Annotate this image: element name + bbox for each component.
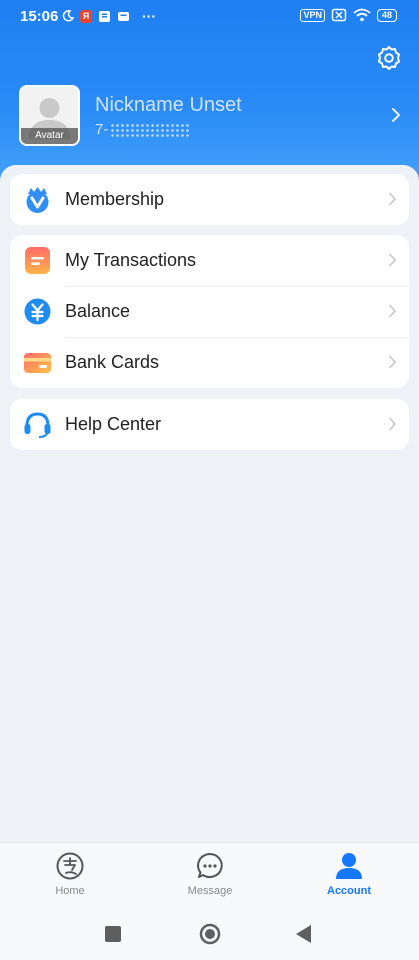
- nickname: Nickname Unset: [95, 94, 242, 116]
- menu-item-label: Membership: [65, 189, 165, 209]
- chevron-right-icon: [389, 192, 397, 206]
- notification-icons: Я ···: [62, 8, 156, 24]
- notes-app-icon: [99, 10, 110, 22]
- system-icons: VPN 48: [300, 8, 397, 22]
- chevron-right-icon: [392, 108, 400, 122]
- avatar-label: Avatar: [21, 128, 78, 144]
- menu-item-balance[interactable]: Balance: [10, 286, 409, 337]
- status-bar: 15:06 Я ··· VPN 48: [0, 0, 419, 34]
- user-id-prefix: 7-: [95, 121, 109, 138]
- chevron-right-icon: [389, 253, 397, 267]
- yandex-app-icon: Я: [80, 9, 92, 23]
- profile-summary[interactable]: Avatar Nickname Unset 7-: [19, 85, 409, 149]
- bank-card-icon: [24, 353, 51, 373]
- person-icon: [336, 853, 362, 879]
- status-time: 15:06: [20, 8, 59, 25]
- chevron-right-icon: [389, 304, 397, 318]
- support-card: Help Center: [10, 399, 409, 450]
- user-id: 7-: [95, 121, 191, 138]
- menu-item-label: Bank Cards: [65, 352, 160, 372]
- chevron-right-icon: [389, 355, 397, 369]
- moon-icon: [62, 10, 74, 22]
- tab-account[interactable]: Account: [309, 851, 389, 907]
- gear-icon[interactable]: [375, 44, 403, 72]
- system-navigation-bar: [0, 908, 419, 960]
- membership-icon: [26, 187, 49, 213]
- avatar[interactable]: Avatar: [19, 85, 80, 146]
- yen-coin-icon: [24, 298, 51, 325]
- menu-item-label: Help Center: [65, 414, 162, 434]
- menu-item-help-center[interactable]: Help Center: [10, 399, 409, 450]
- tab-message[interactable]: Message: [170, 851, 250, 907]
- alipay-home-icon: [56, 852, 84, 880]
- battery-icon: 48: [376, 8, 397, 22]
- tab-home[interactable]: Home: [30, 851, 110, 907]
- tab-label: Account: [327, 885, 371, 897]
- no-sim-icon: [331, 8, 347, 22]
- finance-card: My Transactions Balance Bank Cards: [10, 235, 409, 388]
- menu-item-bank-cards[interactable]: Bank Cards: [10, 337, 409, 388]
- tab-label: Home: [55, 885, 85, 897]
- menu-area: Membership My Transactions Balance Bank …: [0, 165, 419, 842]
- recent-apps-icon[interactable]: [101, 922, 125, 946]
- bottom-tab-bar: Home Message Account: [0, 842, 419, 908]
- masked-user-id: [110, 123, 191, 138]
- headset-icon: [24, 412, 51, 438]
- back-triangle-icon[interactable]: [292, 922, 316, 946]
- menu-item-my-transactions[interactable]: My Transactions: [10, 235, 409, 286]
- chat-bubble-icon: [197, 853, 223, 878]
- menu-item-label: Balance: [65, 301, 131, 321]
- menu-item-label: My Transactions: [65, 250, 197, 270]
- menu-item-membership[interactable]: Membership: [10, 174, 409, 225]
- chevron-right-icon: [389, 417, 397, 431]
- wifi-icon: [353, 8, 371, 22]
- membership-card: Membership: [10, 174, 409, 225]
- home-circle-icon[interactable]: [198, 922, 222, 946]
- more-notifications-indicator: ···: [142, 8, 156, 24]
- tab-label: Message: [187, 885, 233, 897]
- messenger-app-icon: [118, 11, 129, 21]
- vpn-icon: VPN: [300, 8, 325, 22]
- transactions-icon: [25, 247, 50, 274]
